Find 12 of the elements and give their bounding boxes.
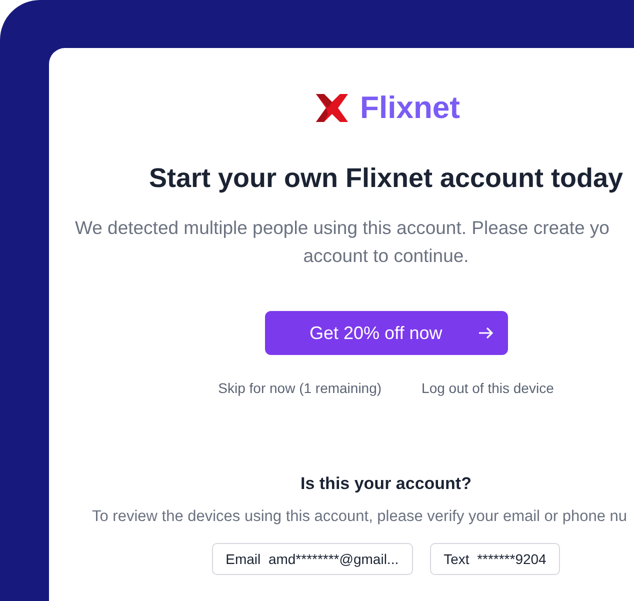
verify-option-button[interactable]: Text *******9204 [430,543,560,575]
text-link[interactable]: Log out of this device [422,380,554,396]
brand-name: Flixnet [360,90,460,126]
offer-button[interactable]: Get 20% off now [264,311,508,355]
page-title: Start your own Flixnet account today [148,163,624,194]
instruction-text: To review the devices using this account, please verify your email or phone nu [92,508,628,526]
section-heading: Is this your account? [300,474,472,494]
verify-option-button[interactable]: Email amd********@gmail... [212,543,413,575]
arrow-right-icon [478,326,494,340]
message-text: account to continue. [303,244,469,268]
text-link[interactable]: Skip for now (1 remaining) [218,380,382,396]
message-text: We detected multiple people using this account. Please create yo [75,216,610,240]
